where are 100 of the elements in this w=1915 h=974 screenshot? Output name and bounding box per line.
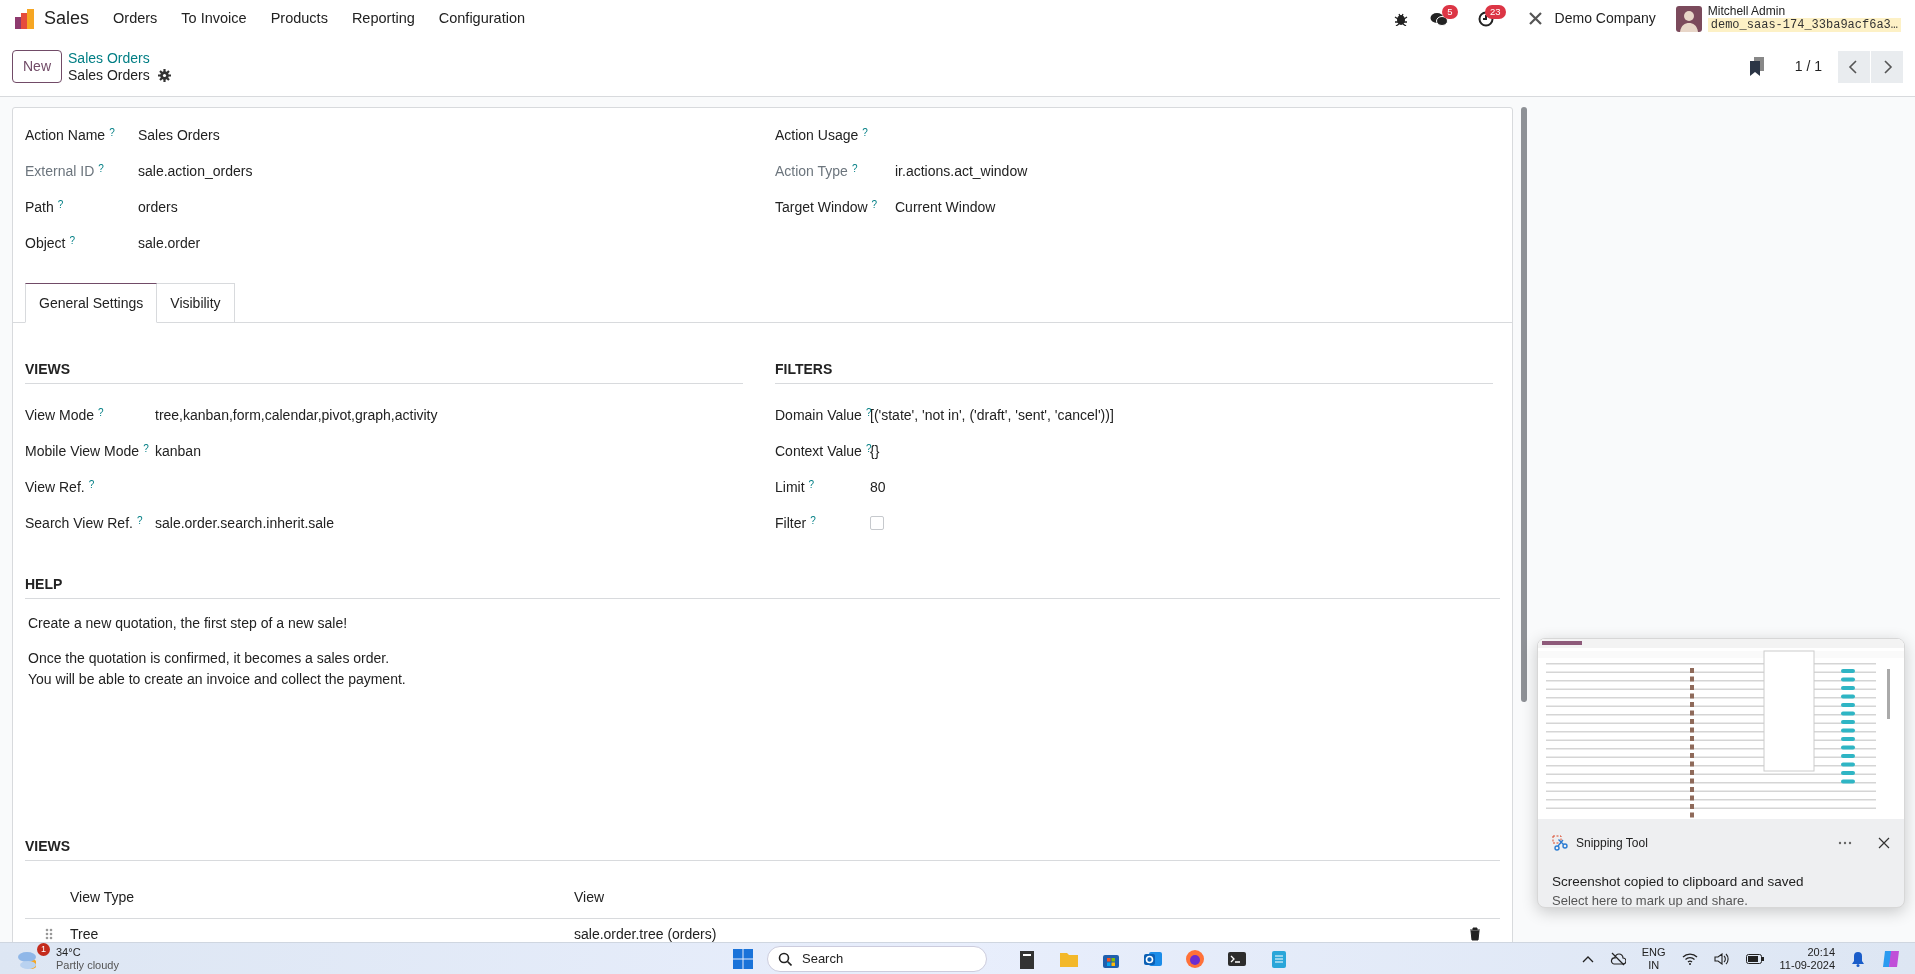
field-value[interactable]: {} <box>870 440 880 462</box>
next-button[interactable] <box>1871 50 1903 83</box>
language-indicator[interactable]: IN <box>1648 958 1660 972</box>
help-tooltip-icon[interactable]: ? <box>98 160 104 182</box>
close-icon[interactable] <box>1878 837 1890 849</box>
menu-item[interactable]: Reporting <box>339 7 427 30</box>
wifi-icon[interactable] <box>1681 952 1698 965</box>
menu-item[interactable]: Products <box>258 7 340 30</box>
breadcrumb-link[interactable]: Sales Orders <box>68 49 171 67</box>
scissors-icon <box>1552 835 1568 851</box>
company-switcher[interactable]: Demo Company <box>1554 8 1656 29</box>
help-text: Create a new quotation, the first step of a new sale! <box>28 614 349 633</box>
field-value[interactable]: sale.order <box>138 232 201 254</box>
bug-icon[interactable] <box>1393 11 1408 26</box>
field-value[interactable]: orders <box>138 196 178 218</box>
help-tooltip-icon[interactable]: ? <box>862 124 868 146</box>
menu-item[interactable]: Orders <box>101 7 170 30</box>
copilot-icon[interactable] <box>1881 948 1901 969</box>
search-placeholder: Search <box>802 952 844 965</box>
user-name[interactable]: Mitchell Admin <box>1707 5 1901 18</box>
notification-text: Select here to mark up and share. <box>1551 892 1749 907</box>
help-tooltip-icon[interactable]: ? <box>808 476 815 498</box>
bookmark-icon[interactable] <box>1748 56 1765 77</box>
tab[interactable]: Visibility <box>157 283 235 323</box>
field-label: Domain Value <box>775 405 862 425</box>
field-label: Limit <box>775 477 805 497</box>
field-label: Path <box>25 197 54 217</box>
app-name[interactable]: Sales <box>44 5 90 32</box>
start-icon[interactable] <box>733 948 753 969</box>
help-tooltip-icon[interactable]: ? <box>109 124 115 146</box>
file-icon[interactable] <box>1017 948 1037 969</box>
taskbar-search[interactable]: Search <box>767 945 987 972</box>
clock-time[interactable]: 20:14 <box>1807 945 1835 959</box>
help-tooltip-icon[interactable]: ? <box>136 512 143 534</box>
section-heading: HELP <box>25 574 1500 599</box>
help-tooltip-icon[interactable]: ? <box>865 404 872 426</box>
field-value[interactable]: kanban <box>155 440 201 462</box>
section-heading: FILTERS <box>775 359 1493 384</box>
temperature[interactable]: 34°C <box>56 945 119 959</box>
field-label: Object <box>25 233 66 253</box>
help-tooltip-icon[interactable]: ? <box>57 196 64 218</box>
count-badge: 23 <box>1485 4 1506 19</box>
count-badge: 5 <box>1442 4 1458 19</box>
help-tooltip-icon[interactable]: ? <box>810 512 816 534</box>
field-label: Action Usage <box>775 125 859 145</box>
settings-icon[interactable] <box>157 68 171 82</box>
bell-icon[interactable] <box>1851 950 1865 967</box>
menu-item[interactable]: To Invoice <box>169 7 259 30</box>
previous-button[interactable] <box>1838 50 1870 83</box>
field-label: Search View Ref. <box>25 513 133 533</box>
drag-handle-icon[interactable] <box>45 928 53 940</box>
help-tooltip-icon[interactable]: ? <box>871 196 878 218</box>
app-name: Snipping Tool <box>1576 836 1648 850</box>
menu-item[interactable]: Configuration <box>426 7 537 30</box>
checkbox[interactable] <box>870 516 884 530</box>
trash-icon[interactable] <box>1469 927 1481 941</box>
battery-icon[interactable] <box>1745 953 1764 964</box>
browser-icon[interactable] <box>1185 948 1205 969</box>
field-value[interactable]: tree,kanban,form,calendar,pivot,graph,activity <box>155 404 438 426</box>
notification-panel[interactable]: Snipping Tool Screenshot copied to clipboard and saved Select here to mark up and share. <box>1537 638 1905 908</box>
field-value[interactable]: ir.actions.act_window <box>895 160 1028 182</box>
page-title: Sales Orders <box>68 66 150 84</box>
field-value[interactable]: Current Window <box>895 196 996 218</box>
help-text: Once the quotation is confirmed, it becomes a sales order. <box>28 649 391 668</box>
new-button[interactable]: New <box>12 50 62 83</box>
section-heading: VIEWS <box>25 359 743 384</box>
cloud-offline-icon[interactable] <box>1609 951 1626 966</box>
column-header[interactable]: View Type <box>70 887 574 908</box>
field-label: Action Type <box>775 161 848 181</box>
app-logo-icon[interactable] <box>14 7 36 30</box>
help-tooltip-icon[interactable]: ? <box>88 476 95 498</box>
column-header[interactable]: View <box>574 887 605 908</box>
speaker-icon[interactable] <box>1713 952 1730 965</box>
tab[interactable]: General Settings <box>25 283 158 323</box>
field-label: Context Value <box>775 441 862 461</box>
field-value[interactable]: sale.order.search.inherit.sale <box>155 512 334 534</box>
help-tooltip-icon[interactable]: ? <box>98 404 104 426</box>
field-value[interactable]: sale.action_orders <box>138 160 253 182</box>
notification-badge: 1 <box>37 942 50 956</box>
help-tooltip-icon[interactable]: ? <box>69 232 76 254</box>
table-cell-text: sale.order.tree (orders) <box>574 924 718 942</box>
field-value[interactable]: 80 <box>870 476 886 498</box>
field-value[interactable]: Sales Orders <box>138 124 220 146</box>
field-label: Filter <box>775 513 807 533</box>
search-icon <box>778 951 792 966</box>
help-tooltip-icon[interactable]: ? <box>851 160 858 182</box>
pager-value[interactable]: 1 / 1 <box>1794 56 1822 77</box>
scrollbar[interactable] <box>1521 107 1527 702</box>
language-indicator[interactable]: ENG <box>1641 945 1666 959</box>
field-label: External ID <box>25 161 95 181</box>
help-tooltip-icon[interactable]: ? <box>143 440 149 462</box>
field-value[interactable]: [('state', 'not in', ('draft', 'sent', 'cancel'))] <box>870 404 1114 426</box>
database-name: demo_saas-174_33ba9acf6a3… <box>1707 18 1901 32</box>
notification-title: Screenshot copied to clipboard and saved <box>1551 873 1805 890</box>
avatar[interactable] <box>1675 5 1702 32</box>
weather-text[interactable]: Partly cloudy <box>56 958 119 972</box>
more-options-icon[interactable] <box>1838 841 1852 845</box>
chevron-up-icon[interactable] <box>1581 954 1594 963</box>
table-cell-text: Tree <box>70 924 100 942</box>
clock-date[interactable]: 11-09-2024 <box>1779 958 1835 972</box>
